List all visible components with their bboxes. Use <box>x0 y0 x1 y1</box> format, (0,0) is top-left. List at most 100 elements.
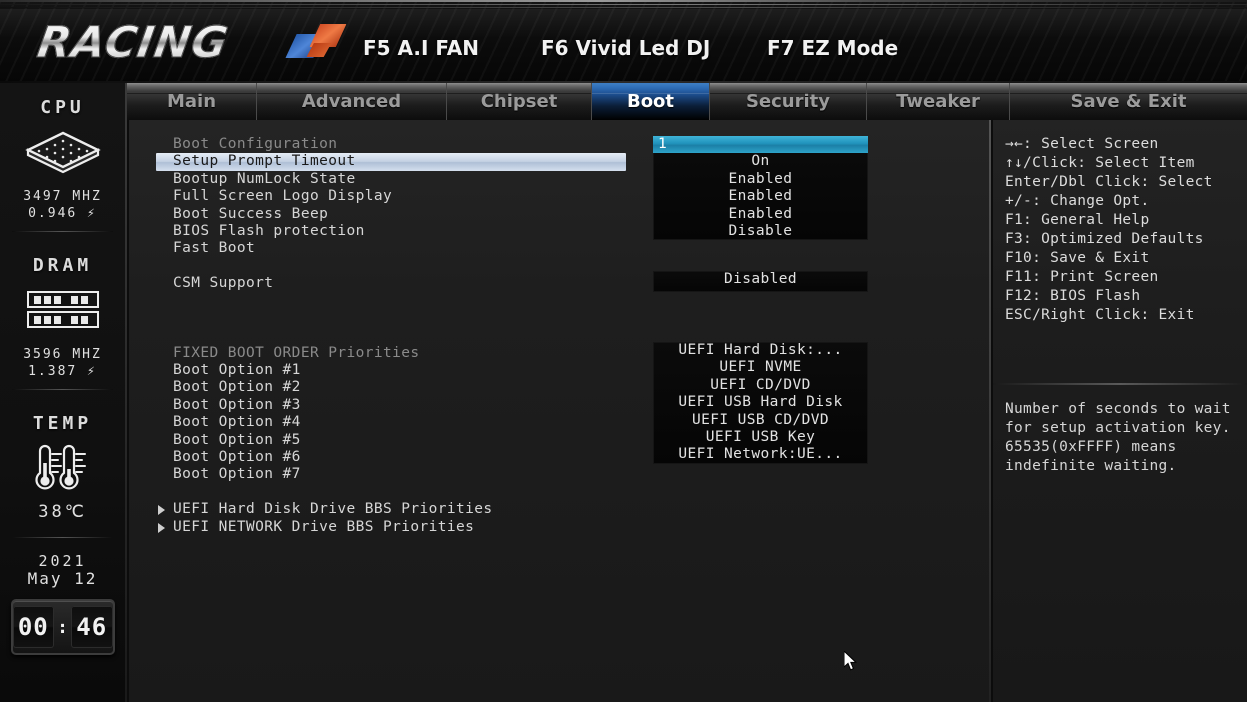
header-highlight-line-1 <box>0 0 1247 2</box>
help-panel-divider <box>993 383 1247 385</box>
temp-value: 38℃ <box>38 502 87 522</box>
bios-screen: RACING F5 A.I FAN F6 Vivid Led DJ F7 EZ … <box>0 0 1247 702</box>
submenu-uefi-hard-disk-bbs[interactable]: UEFI Hard Disk Drive BBS Priorities <box>156 501 656 518</box>
cpu-section: CPU 3497 MHZ 0.946 ⚡ <box>0 83 125 222</box>
value-setup-prompt-timeout[interactable]: 1 <box>653 136 868 154</box>
key-legend-select-item: ↑↓/Click: Select Item <box>1005 155 1195 171</box>
sidebar-divider-2 <box>12 389 113 390</box>
settings-label-column: Boot Configuration Setup Prompt Timeout … <box>156 136 656 536</box>
tab-main[interactable]: Main <box>127 83 257 120</box>
setting-row-fast-boot[interactable]: Fast Boot <box>156 240 656 257</box>
value-bootup-numlock-state[interactable]: On <box>653 153 868 170</box>
setting-row-setup-prompt-timeout[interactable]: Setup Prompt Timeout <box>156 153 626 171</box>
cpu-icon <box>0 126 125 178</box>
tab-advanced[interactable]: Advanced <box>257 83 447 120</box>
boot-order-value-column: UEFI Hard Disk:... UEFI NVME UEFI CD/DVD… <box>653 342 868 464</box>
submenu-label-2: UEFI NETWORK Drive BBS Priorities <box>173 518 475 535</box>
key-legend-f10-save-exit: F10: Save & Exit <box>1005 250 1150 266</box>
tab-bar: Main Advanced Chipset Boot Security Twea… <box>127 83 1247 120</box>
clock-widget: 00 : 46 <box>10 599 115 655</box>
dram-icon <box>0 284 125 336</box>
f5-ai-fan-button[interactable]: F5 A.I FAN <box>363 36 479 60</box>
key-legend-list: →←: Select Screen ↑↓/Click: Select Item … <box>1005 135 1241 325</box>
boot-option-row-6[interactable]: Boot Option #6 <box>156 449 656 466</box>
f7-ez-mode-button[interactable]: F7 EZ Mode <box>767 36 898 60</box>
key-legend-select-screen: →←: Select Screen <box>1005 136 1159 152</box>
dram-frequency: 3596 MHZ <box>23 347 102 362</box>
boot-option-row-7[interactable]: Boot Option #7 <box>156 466 656 483</box>
boot-option-row-1[interactable]: Boot Option #1 <box>156 362 656 379</box>
clock-separator: : <box>57 616 68 638</box>
setting-row-bootup-numlock-state[interactable]: Bootup NumLock State <box>156 171 656 188</box>
f6-vivid-led-dj-button[interactable]: F6 Vivid Led DJ <box>541 36 710 60</box>
key-legend-f11-print-screen: F11: Print Screen <box>1005 269 1159 285</box>
boot-option-row-5[interactable]: Boot Option #5 <box>156 432 656 449</box>
key-legend-change-opt: +/-: Change Opt. <box>1005 193 1150 209</box>
value-boot-option-7[interactable]: UEFI Network:UE... <box>653 446 868 463</box>
boot-option-row-2[interactable]: Boot Option #2 <box>156 379 656 396</box>
cpu-label: CPU <box>40 97 85 118</box>
dram-voltage: 1.387 ⚡ <box>28 364 97 379</box>
clock-hours: 00 <box>12 606 55 648</box>
cpu-voltage: 0.946 ⚡ <box>28 206 97 221</box>
setting-row-full-screen-logo-display[interactable]: Full Screen Logo Display <box>156 188 656 205</box>
key-legend-f12-bios-flash: F12: BIOS Flash <box>1005 288 1141 304</box>
clock-minutes: 46 <box>70 606 113 648</box>
boot-option-row-4[interactable]: Boot Option #4 <box>156 414 656 431</box>
setting-row-csm-support[interactable]: CSM Support <box>156 275 656 292</box>
chevron-right-icon <box>158 505 165 516</box>
value-boot-option-3[interactable]: UEFI CD/DVD <box>653 377 868 394</box>
dram-section: DRAM 3596 MHZ 1.387 ⚡ <box>0 241 125 380</box>
value-fast-boot[interactable]: Disable <box>653 223 868 240</box>
help-panel: →←: Select Screen ↑↓/Click: Select Item … <box>993 120 1247 702</box>
datetime-section: 2021 May 12 00 : 46 <box>0 547 125 655</box>
value-boot-option-2[interactable]: UEFI NVME <box>653 359 868 376</box>
date-year: 2021 <box>38 552 87 570</box>
value-boot-option-4[interactable]: UEFI USB Hard Disk <box>653 394 868 411</box>
thermometer-icon <box>0 442 125 494</box>
racing-logo-text: RACING <box>34 18 233 69</box>
main-settings-panel: Boot Configuration Setup Prompt Timeout … <box>129 120 991 702</box>
section-header-boot-configuration: Boot Configuration <box>173 136 338 152</box>
value-full-screen-logo-display[interactable]: Enabled <box>653 171 868 188</box>
settings-value-column: 1 On Enabled Enabled Enabled Disable <box>653 136 868 241</box>
sidebar-divider-3 <box>12 537 113 538</box>
submenu-label-1: UEFI Hard Disk Drive BBS Priorities <box>173 501 493 518</box>
boot-option-row-3[interactable]: Boot Option #3 <box>156 397 656 414</box>
submenu-uefi-network-bbs[interactable]: UEFI NETWORK Drive BBS Priorities <box>156 519 656 536</box>
help-description-text: Number of seconds to wait for setup acti… <box>1005 401 1231 474</box>
setting-row-boot-success-beep[interactable]: Boot Success Beep <box>156 206 656 223</box>
value-boot-option-5[interactable]: UEFI USB CD/DVD <box>653 412 868 429</box>
value-boot-success-beep[interactable]: Enabled <box>653 188 868 205</box>
temp-label: TEMP <box>32 413 93 434</box>
tab-save-and-exit[interactable]: Save & Exit <box>1010 83 1247 120</box>
hardware-monitor-sidebar: CPU 3497 MHZ 0.946 ⚡ DRAM 3596 MHZ 1.387… <box>0 83 127 702</box>
racing-logo: RACING <box>22 14 342 70</box>
value-boot-option-6[interactable]: UEFI USB Key <box>653 429 868 446</box>
key-legend-f3-optimized: F3: Optimized Defaults <box>1005 231 1204 247</box>
header-bar: RACING F5 A.I FAN F6 Vivid Led DJ F7 EZ … <box>0 0 1247 83</box>
value-boot-option-1[interactable]: UEFI Hard Disk:... <box>653 342 868 359</box>
tab-security[interactable]: Security <box>710 83 867 120</box>
section-header-fixed-boot-order: FIXED BOOT ORDER Priorities <box>173 344 420 361</box>
tab-chipset[interactable]: Chipset <box>447 83 592 120</box>
dram-label: DRAM <box>32 255 93 276</box>
key-legend-enter-select: Enter/Dbl Click: Select <box>1005 174 1213 190</box>
tab-tweaker[interactable]: Tweaker <box>867 83 1010 120</box>
date-monthday: May 12 <box>27 569 98 588</box>
sidebar-divider-1 <box>12 231 113 232</box>
header-highlight-line-3 <box>0 7 1247 8</box>
value-csm-support[interactable]: Disabled <box>653 271 868 288</box>
csm-value-box: Disabled <box>653 271 868 292</box>
mouse-cursor <box>844 651 858 671</box>
header-highlight-line-2 <box>0 4 1247 5</box>
chevron-right-icon <box>158 522 165 533</box>
tab-boot[interactable]: Boot <box>592 83 710 120</box>
key-legend-f1-general-help: F1: General Help <box>1005 212 1150 228</box>
value-bios-flash-protection[interactable]: Enabled <box>653 206 868 223</box>
setting-row-bios-flash-protection[interactable]: BIOS Flash protection <box>156 223 656 240</box>
